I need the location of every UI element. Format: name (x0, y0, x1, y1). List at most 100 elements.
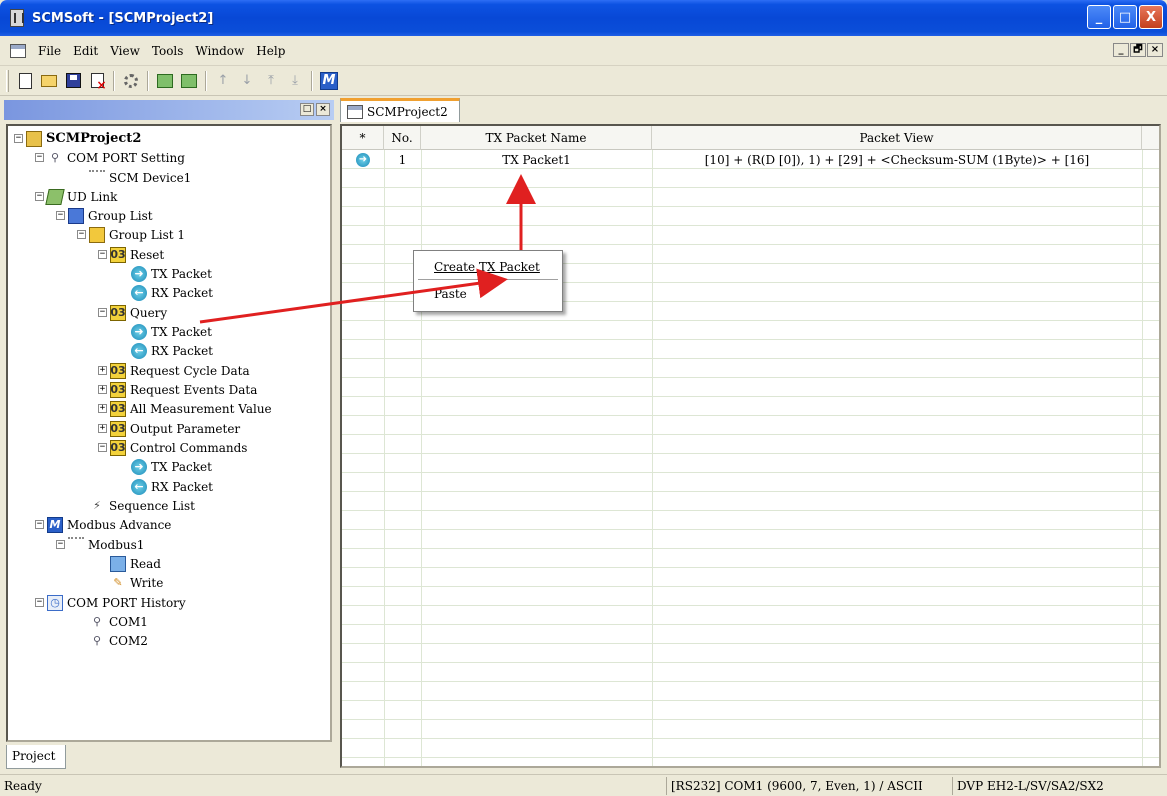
modbus-button[interactable]: M (319, 71, 339, 91)
upload-button[interactable] (179, 71, 199, 91)
close-file-button[interactable] (87, 71, 107, 92)
menu-view[interactable]: View (110, 44, 140, 58)
tree-item[interactable]: − UD Link (35, 187, 117, 206)
document-icon[interactable] (10, 43, 26, 58)
com-port-icon: ⚲ (92, 634, 102, 647)
column-header-no[interactable]: No. (384, 126, 421, 150)
tree-item[interactable]: ← RX Packet (131, 477, 213, 496)
tree-item[interactable]: ✎ Write (110, 573, 163, 592)
tree-item[interactable]: − SCMProject2 (14, 129, 141, 148)
tree-item[interactable]: − Group List 1 (77, 225, 185, 244)
tree-item-label: Request Events Data (130, 382, 258, 397)
menu-item-paste[interactable]: Paste (414, 282, 562, 306)
collapse-icon[interactable]: − (35, 153, 44, 162)
expand-icon[interactable]: + (98, 366, 107, 375)
move-top-button[interactable]: ⤒ (261, 71, 281, 91)
collapse-icon[interactable]: − (35, 598, 44, 607)
tree-item[interactable]: −03 Query (98, 303, 167, 322)
tree-item[interactable]: ← RX Packet (131, 341, 213, 360)
command-icon: 03 (110, 439, 126, 456)
cell-packet-view[interactable]: [10] + (R(D [0]), 1) + [29] + <Checksum-… (652, 150, 1142, 169)
save-button[interactable] (63, 71, 83, 91)
collapse-icon[interactable]: − (14, 134, 23, 143)
new-file-icon (18, 72, 32, 89)
collapse-icon[interactable]: − (77, 230, 86, 239)
tree-item-label: Sequence List (109, 498, 195, 513)
tree-item-label: SCM Device1 (109, 170, 192, 185)
tree-item[interactable]: −03 Control Commands (98, 438, 247, 457)
move-down-button[interactable]: ↓ (237, 71, 257, 91)
tree-item[interactable]: +03 Request Cycle Data (98, 361, 250, 380)
close-button[interactable]: X (1139, 5, 1163, 29)
project-panel-caption[interactable]: □ × (4, 100, 334, 120)
document-icon (347, 104, 363, 119)
tree-item[interactable]: ⚲ COM1 (89, 612, 148, 631)
menu-item-create-tx-packet[interactable]: Create TX Packet (414, 255, 562, 279)
tree-item[interactable]: ➜ TX Packet (131, 264, 212, 283)
tree-item-label: UD Link (67, 189, 118, 204)
tree-item[interactable]: − ⚲ COM PORT Setting (35, 148, 185, 167)
window-controls: _ □ X (1087, 5, 1163, 29)
table-row[interactable]: ➜ 1 TX Packet1 [10] + (R(D [0]), 1) + [2… (342, 150, 1159, 169)
column-header-packet-view[interactable]: Packet View (652, 126, 1142, 150)
status-device: DVP EH2-L/SV/SA2/SX2 (952, 776, 1147, 795)
tree-item[interactable]: +03 Request Events Data (98, 380, 257, 399)
expand-icon[interactable]: + (98, 424, 107, 433)
cell-tx-packet-name[interactable]: TX Packet1 (421, 150, 652, 169)
toolbar-separator (311, 70, 313, 91)
tree-item[interactable]: ➜ TX Packet (131, 322, 212, 341)
column-header-tx-packet-name[interactable]: TX Packet Name (421, 126, 652, 150)
project-tree[interactable]: − SCMProject2− ⚲ COM PORT Setting SCM Device… (6, 124, 332, 742)
collapse-icon[interactable]: − (35, 192, 44, 201)
tree-item[interactable]: − Group List (56, 206, 153, 225)
dock-float-button[interactable]: □ (300, 103, 314, 116)
mdi-close-button[interactable]: × (1147, 43, 1163, 57)
tree-item[interactable]: +03 Output Parameter (98, 419, 240, 438)
collapse-icon[interactable]: − (56, 211, 65, 220)
menu-window[interactable]: Window (195, 44, 244, 58)
menu-help[interactable]: Help (256, 44, 285, 58)
move-up-button[interactable]: ↑ (213, 71, 233, 91)
menu-edit[interactable]: Edit (73, 44, 98, 58)
tree-item[interactable]: +03 All Measurement Value (98, 399, 272, 418)
tree-item-label: Modbus Advance (67, 517, 172, 532)
toolbar-grip[interactable] (6, 69, 9, 92)
cell-no[interactable]: 1 (384, 150, 421, 169)
collapse-icon[interactable]: − (56, 540, 65, 549)
download-button[interactable] (155, 71, 175, 91)
tree-item-label: Read (130, 556, 161, 571)
tree-item[interactable]: − ◷ COM PORT History (35, 593, 186, 612)
tree-item[interactable]: ⚡ Sequence List (89, 496, 195, 515)
tree-item[interactable]: − Modbus1 (56, 535, 144, 554)
tree-item[interactable]: Read (110, 554, 161, 573)
project-icon (26, 130, 42, 147)
maximize-button[interactable]: □ (1113, 5, 1137, 29)
open-file-button[interactable] (39, 71, 59, 91)
app-icon[interactable] (10, 9, 24, 27)
new-file-button[interactable] (15, 71, 35, 91)
tree-item[interactable]: ← RX Packet (131, 283, 213, 302)
tree-item[interactable]: SCM Device1 (89, 168, 191, 187)
menu-tools[interactable]: Tools (152, 44, 184, 58)
minimize-button[interactable]: _ (1087, 5, 1111, 29)
collapse-icon[interactable]: − (35, 520, 44, 529)
dock-close-button[interactable]: × (316, 103, 330, 116)
move-bottom-button[interactable]: ⤓ (285, 71, 305, 91)
tab-project[interactable]: Project (6, 745, 66, 769)
menu-file[interactable]: File (38, 44, 61, 58)
tree-item[interactable]: − M Modbus Advance (35, 515, 171, 534)
expand-icon[interactable]: + (98, 385, 107, 394)
mdi-restore-button[interactable]: 🗗 (1130, 43, 1146, 57)
tree-item[interactable]: ⚲ COM2 (89, 631, 148, 650)
column-header-marker[interactable]: * (342, 126, 384, 150)
collapse-icon[interactable]: − (98, 443, 107, 452)
device-icon (68, 536, 84, 553)
tree-item[interactable]: ➜ TX Packet (131, 457, 212, 476)
mdi-minimize-button[interactable]: _ (1113, 43, 1129, 57)
settings-button[interactable] (121, 71, 141, 91)
expand-icon[interactable]: + (98, 404, 107, 413)
tree-item[interactable]: −03 Reset (98, 245, 164, 264)
tab-scmproject2[interactable]: SCMProject2 (340, 98, 460, 122)
collapse-icon[interactable]: − (98, 250, 107, 259)
collapse-icon[interactable]: − (98, 308, 107, 317)
